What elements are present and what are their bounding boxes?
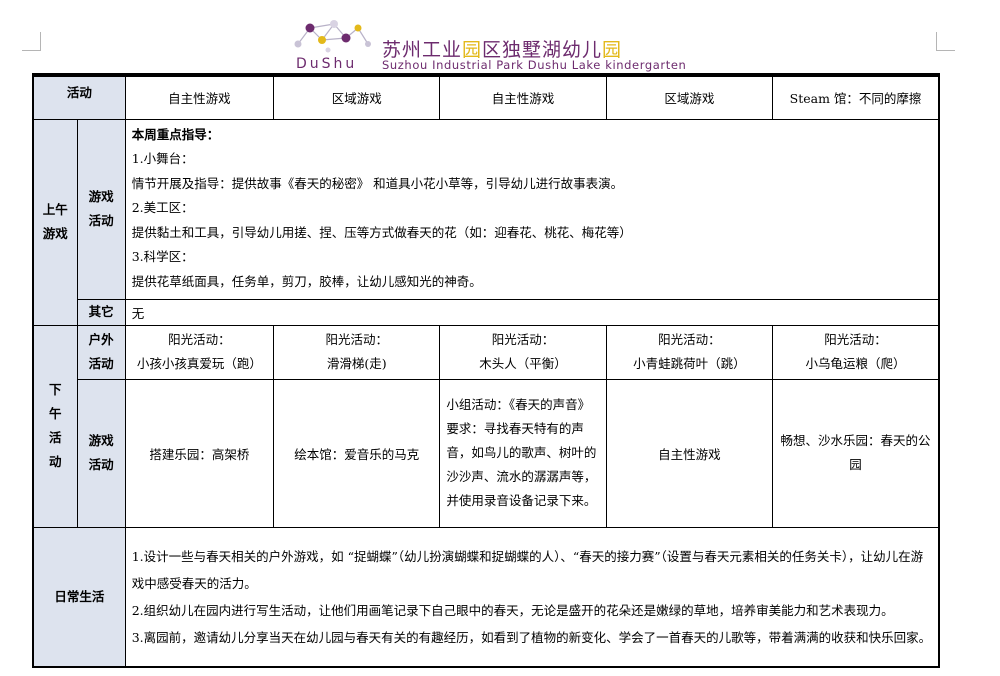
daily-label: 日常生活 <box>32 526 126 668</box>
afternoon-outdoor-row: 下午活动 户外活动 阳光活动： 小孩小孩真爱玩（跑） 阳光活动： 滑滑梯(走) 阳光… <box>32 324 940 528</box>
daily-content: 1.设计一些与春天相关的户外游戏，如 “捉蝴蝶”（幼儿扮演蝴蝶和捉蝴蝶的人）、“… <box>124 526 940 668</box>
morning-sub-label: 游戏活动 <box>76 118 126 300</box>
outdoor-activity-5: 阳光活动： 小乌龟运粮（爬） <box>772 324 940 380</box>
activity-col-3: 自主性游戏 <box>439 74 607 120</box>
activity-label: 活动 <box>32 74 126 120</box>
logo-wordmark: DuShu <box>296 56 358 72</box>
outdoor-name: 小青蛙跳荷叶（跳） <box>633 356 746 371</box>
afternoon-game-4: 自主性游戏 <box>605 378 774 528</box>
afternoon-game-1: 搭建乐园：高架桥 <box>124 378 275 528</box>
afternoon-game-label: 游戏活动 <box>76 378 126 528</box>
school-logo-icon <box>294 20 371 53</box>
morning-guidance: 本周重点指导： 1.小舞台： 情节开展及指导：提供故事《春天的秘密》 和道具小花… <box>124 118 940 300</box>
afternoon-game-3: 小组活动：《春天的声音》要求：寻找春天特有的声音，如鸟儿的歌声、树叶的沙沙声、流… <box>439 378 607 528</box>
outdoor-activity-3: 阳光活动： 木头人（平衡） <box>439 324 607 380</box>
afternoon-game-2: 绘本馆：爱音乐的马克 <box>273 378 441 528</box>
school-name-en: Suzhou Industrial Park Dushu Lake kinder… <box>382 58 687 72</box>
activity-col-2: 区域游戏 <box>273 74 441 120</box>
outdoor-title: 阳光活动： <box>658 332 721 347</box>
other-label: 其它 <box>76 298 126 326</box>
outdoor-name: 木头人（平衡） <box>479 356 567 371</box>
daily-item: 2.组织幼儿在园内进行写生活动，让他们用画笔记录下自己眼中的春天，无论是盛开的花… <box>131 602 894 618</box>
outdoor-title: 阳光活动： <box>325 332 388 347</box>
page-corner-mark-left <box>22 32 41 51</box>
outdoor-title: 阳光活动： <box>491 332 555 347</box>
outdoor-title: 阳光活动： <box>168 332 231 347</box>
activity-col-1: 自主性游戏 <box>124 74 275 120</box>
morning-label: 上午游戏 <box>32 118 78 326</box>
daily-life-row: 日常生活 1.设计一些与春天相关的户外游戏，如 “捉蝴蝶”（幼儿扮演蝴蝶和捉蝴蝶… <box>32 526 940 668</box>
guidance-line: 1.小舞台： <box>131 151 194 166</box>
activity-col-4: 区域游戏 <box>605 74 774 120</box>
afternoon-label: 下午活动 <box>32 324 78 528</box>
guidance-line: 3.科学区： <box>131 249 194 264</box>
page-corner-mark-right <box>936 32 955 51</box>
guidance-line: 提供黏土和工具，引导幼儿用搓、捏、压等方式做春天的花（如：迎春花、桃花、梅花等） <box>131 224 632 240</box>
other-value: 无 <box>124 298 940 326</box>
document-header: DuShu 苏州工业园区独墅湖幼儿园 Suzhou Industrial Par… <box>288 14 708 72</box>
guidance-line: 情节开展及指导：提供故事《春天的秘密》 和道具小花小草等，引导幼儿进行故事表演。 <box>131 175 624 191</box>
afternoon-game-5: 畅想、沙水乐园：春天的公园 <box>772 378 940 528</box>
guidance-heading: 本周重点指导： <box>131 126 220 142</box>
outdoor-name: 滑滑梯(走) <box>326 356 387 371</box>
outdoor-title: 阳光活动： <box>824 332 887 347</box>
other-row: 其它 无 <box>33 298 940 326</box>
guidance-line: 提供花草纸面具，任务单，剪刀，胶棒，让幼儿感知光的神奇。 <box>131 273 482 289</box>
afternoon-games-row: 游戏活动 搭建乐园：高架桥 绘本馆：爱音乐的马克 小组活动：《春天的声音》要求：… <box>33 378 940 528</box>
daily-item: 3.离园前，邀请幼儿分享当天在幼儿园与春天有关的有趣经历，如看到了植物的新变化、… <box>131 629 932 645</box>
outdoor-activity-2: 阳光活动： 滑滑梯(走) <box>273 324 441 380</box>
guidance-line: 2.美工区： <box>131 200 194 215</box>
activity-col-5: Steam 馆：不同的摩擦 <box>772 74 940 120</box>
outdoor-name: 小孩小孩真爱玩（跑） <box>136 356 262 371</box>
outdoor-name: 小乌龟运粮（爬） <box>805 356 906 371</box>
outdoor-activity-4: 阳光活动： 小青蛙跳荷叶（跳） <box>605 324 774 380</box>
morning-games-row: 上午游戏 游戏活动 本周重点指导： 1.小舞台： 情节开展及指导：提供故事《春天… <box>32 118 940 326</box>
daily-item: 1.设计一些与春天相关的户外游戏，如 “捉蝴蝶”（幼儿扮演蝴蝶和捉蝴蝶的人）、“… <box>131 548 924 591</box>
weekly-plan-table: 活动 自主性游戏 区域游戏 自主性游戏 区域游戏 Steam 馆：不同的摩擦 上… <box>32 73 940 668</box>
activity-row: 活动 自主性游戏 区域游戏 自主性游戏 区域游戏 Steam 馆：不同的摩擦 <box>32 74 940 120</box>
outdoor-activity-1: 阳光活动： 小孩小孩真爱玩（跑） <box>124 324 275 380</box>
outdoor-label: 户外活动 <box>76 324 126 380</box>
